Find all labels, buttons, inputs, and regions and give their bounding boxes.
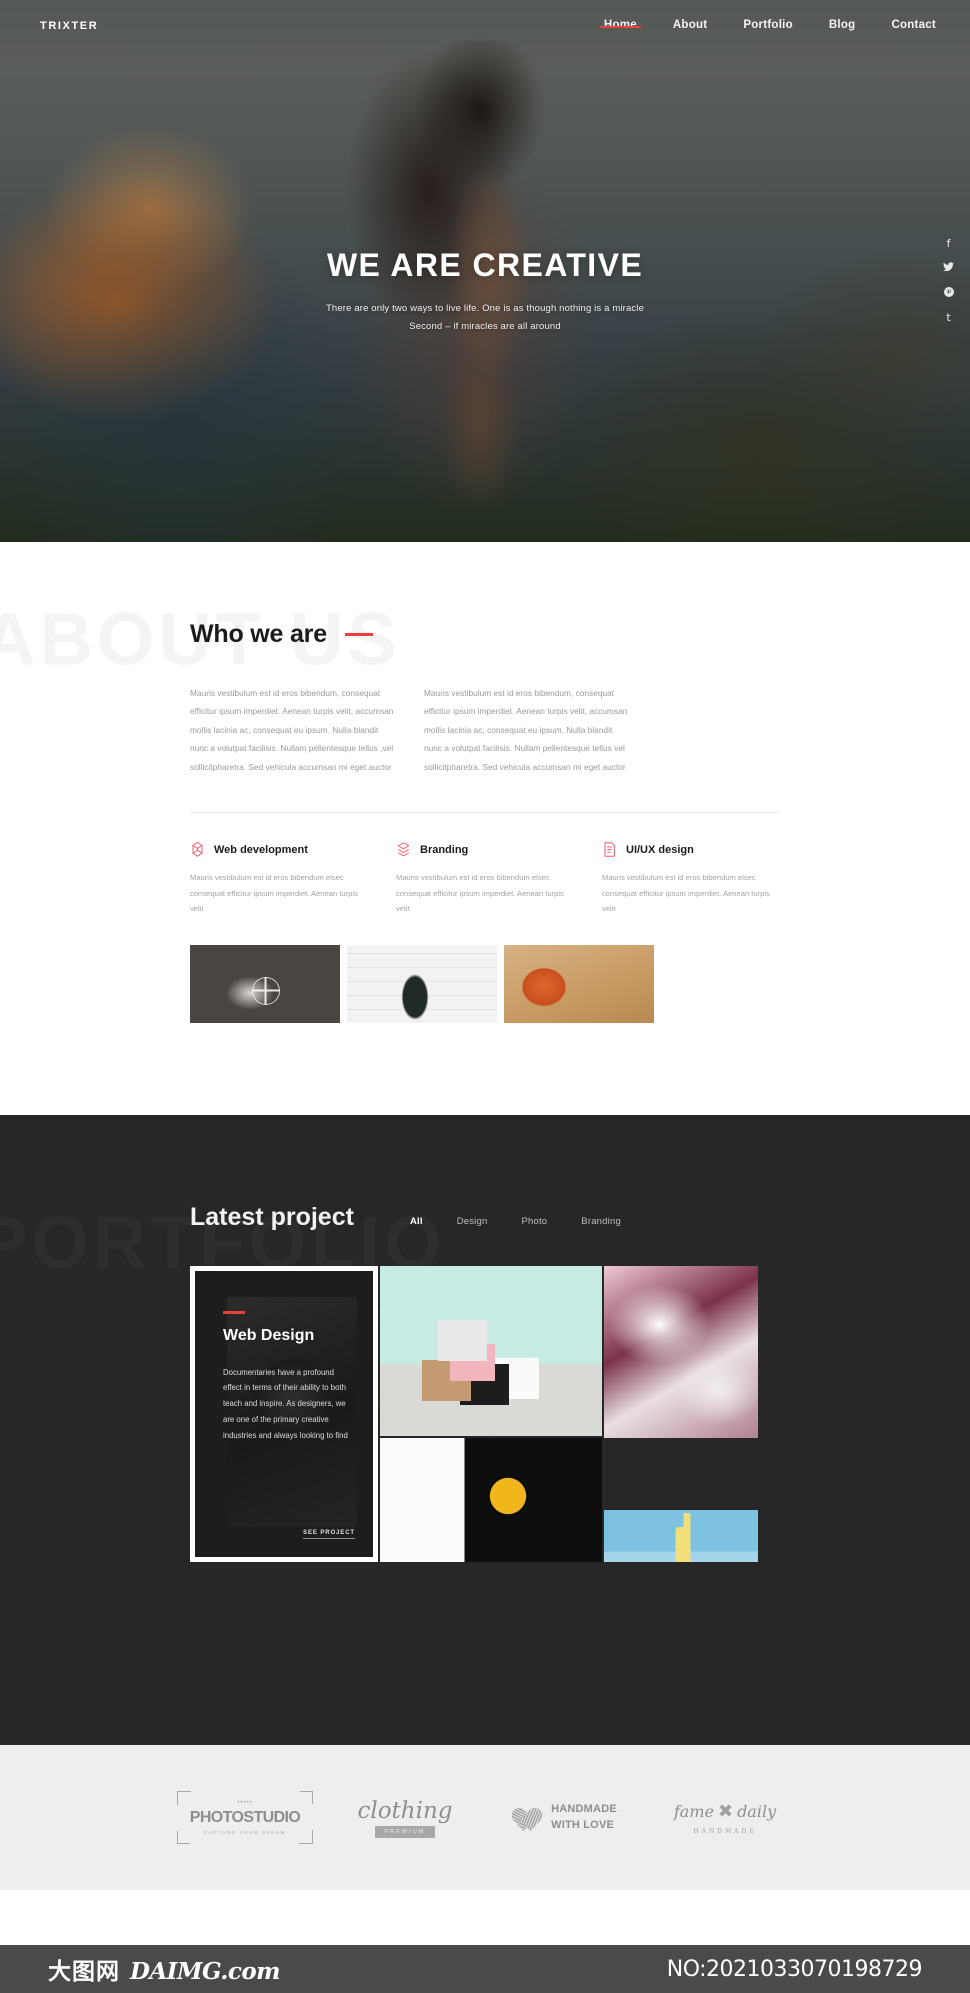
fame-daily-tagline: HANDMADE [693, 1827, 757, 1835]
about-paragraph-columns: Mauris vestibulum est id eros bibendum, … [190, 684, 780, 776]
watermark-en-label: DAIMG.com [130, 1958, 281, 1985]
handmade-text: HANDMADE WITH LOVE [551, 1802, 617, 1833]
feature-web-development[interactable]: Web development Mauris vestibulum est id… [190, 841, 366, 917]
about-header: Who we are [190, 542, 780, 649]
see-project-link[interactable]: SEE PROJECT [303, 1530, 355, 1539]
about-paragraph-right: Mauris vestibulum est id eros bibendum, … [424, 688, 628, 772]
nav-item-blog[interactable]: Blog [829, 19, 856, 33]
filter-branding[interactable]: Branding [581, 1216, 621, 1227]
portfolio-grid: Web Design Documentaries have a profound… [190, 1266, 780, 1562]
portfolio-tile-paper-abstract[interactable] [604, 1266, 758, 1438]
portfolio-header: Latest project All Design Photo Branding [190, 1115, 780, 1232]
twitter-icon[interactable] [943, 262, 954, 274]
portfolio-featured-card[interactable]: Web Design Documentaries have a profound… [190, 1266, 378, 1562]
daily-word: daily [737, 1801, 777, 1821]
clothing-premium-badge: PREMIUM [375, 1825, 435, 1838]
sketch-diamond-icon [192, 841, 203, 857]
hero-title: WE ARE CREATIVE [326, 247, 644, 283]
client-logo-clothing[interactable]: clothing PREMIUM [325, 1798, 485, 1838]
about-divider [190, 812, 780, 814]
feature-uiux-design[interactable]: UI/UX design Mauris vestibulum est id er… [602, 841, 778, 917]
featured-card-title: Web Design [223, 1326, 315, 1344]
clothing-script-text: clothing [357, 1797, 453, 1824]
pinterest-p-icon [943, 287, 954, 297]
nav-item-portfolio[interactable]: Portfolio [743, 19, 793, 33]
about-column-right: Mauris vestibulum est id eros bibendum, … [424, 684, 628, 776]
frame-corner-icon [176, 1831, 190, 1844]
nav-item-contact[interactable]: Contact [891, 19, 936, 33]
watermark-brand: 大图网 DAIMG.com [48, 1952, 281, 1986]
portfolio-title: Latest project [190, 1203, 354, 1231]
about-paragraph-left: Mauris vestibulum est id eros bibendum, … [190, 688, 394, 772]
heart-icon [513, 1805, 541, 1831]
portfolio-tile-yellow-tube[interactable] [604, 1510, 758, 1562]
document-icon [604, 842, 615, 857]
hero-subtitle-line2: Second – if miracles are all around [409, 320, 561, 332]
client-logo-handmade-with-love[interactable]: HANDMADE WITH LOVE [485, 1802, 645, 1833]
facebook-icon[interactable]: f [947, 238, 951, 249]
watermark-number: NO:2021033070198729 [666, 1956, 923, 1982]
feature-header: Branding [396, 841, 572, 858]
site-logo[interactable]: TRIXTER [40, 20, 98, 32]
about-section: ABOUT US Who we are Mauris vestibulum es… [0, 542, 970, 1115]
features-list: Web development Mauris vestibulum est id… [190, 841, 780, 917]
red-dash-accent [223, 1311, 245, 1314]
tumblr-icon[interactable]: t [946, 312, 950, 323]
fame-word: fame [673, 1801, 714, 1821]
nav-links: Home About Portfolio Blog Contact [599, 19, 936, 33]
filter-all[interactable]: All [410, 1216, 423, 1227]
photostudio-dots: ••••• [237, 1800, 253, 1806]
main-navigation: TRIXTER Home About Portfolio Blog Contac… [0, 0, 970, 52]
feature-title: UI/UX design [626, 843, 694, 856]
nav-item-home[interactable]: Home [599, 19, 641, 33]
nav-item-about[interactable]: About [673, 19, 707, 33]
handmade-line2: WITH LOVE [551, 1818, 615, 1831]
hero-subtitle-line1: There are only two ways to live life. On… [325, 303, 645, 315]
layers-icon [397, 842, 410, 857]
frame-corner-icon [300, 1791, 314, 1804]
feature-branding[interactable]: Branding Mauris vestibulum est id eros b… [396, 841, 572, 917]
thumbnail-desk-chair[interactable] [504, 944, 654, 1023]
social-links: f t [943, 238, 954, 323]
featured-card-description: Documentaries have a profound effect in … [223, 1367, 348, 1441]
filter-photo[interactable]: Photo [521, 1216, 547, 1227]
watermark-cn-label: 大图网 [48, 1959, 120, 1985]
fame-daily-script: fame ✖ daily [674, 1801, 776, 1822]
featured-card-content: Web Design Documentaries have a profound… [195, 1271, 373, 1444]
about-container: Who we are Mauris vestibulum est id eros… [190, 542, 780, 1023]
feature-text: Mauris vestibulum est id eros bibendum e… [396, 873, 564, 914]
feature-title: Branding [420, 843, 469, 856]
hero-section: TRIXTER Home About Portfolio Blog Contac… [0, 0, 970, 542]
feature-header: Web development [190, 841, 366, 858]
twitter-bird-icon [943, 262, 954, 272]
about-column-left: Mauris vestibulum est id eros bibendum, … [190, 684, 394, 776]
photostudio-tagline: CAPTURE YOUR DREAM [204, 1830, 286, 1835]
about-title: Who we are [190, 620, 327, 648]
clients-logos-section: ••••• PHOTOSTUDIO CAPTURE YOUR DREAM clo… [0, 1745, 970, 1890]
hero-subtitle: There are only two ways to live life. On… [0, 300, 970, 335]
client-logo-photostudio[interactable]: ••••• PHOTOSTUDIO CAPTURE YOUR DREAM [165, 1791, 325, 1844]
red-dash-accent [344, 633, 373, 636]
about-thumbnails [190, 944, 780, 1023]
feature-header: UI/UX design [602, 841, 778, 858]
portfolio-section: PORTFOLIO Preview daimg.com Latest proje… [0, 1115, 970, 1745]
watermark-bottom-bar: 大图网 DAIMG.com NO:2021033070198729 [0, 1945, 970, 1993]
hero-content: WE ARE CREATIVE There are only two ways … [0, 247, 970, 335]
pinterest-icon[interactable] [943, 287, 954, 299]
photostudio-title: PHOTOSTUDIO [189, 1809, 301, 1826]
photostudio-frame: ••••• PHOTOSTUDIO CAPTURE YOUR DREAM [176, 1791, 314, 1844]
handmade-line1: HANDMADE [551, 1802, 617, 1815]
portfolio-tile-hex-cubes[interactable] [380, 1266, 602, 1436]
feature-text: Mauris vestibulum est id eros bibendum e… [190, 873, 358, 914]
crossed-arrows-icon: ✖ [717, 1800, 734, 1822]
feature-text: Mauris vestibulum est id eros bibendum e… [602, 873, 770, 914]
client-logo-fame-daily[interactable]: fame ✖ daily HANDMADE [645, 1801, 805, 1835]
thumbnail-man-shelf[interactable] [347, 944, 497, 1023]
thumbnail-person-tablet[interactable] [190, 944, 340, 1023]
portfolio-filters: All Design Photo Branding [410, 1216, 621, 1232]
portfolio-tile-vinyl-record[interactable] [380, 1438, 602, 1562]
filter-design[interactable]: Design [457, 1216, 488, 1227]
feature-title: Web development [214, 843, 308, 856]
